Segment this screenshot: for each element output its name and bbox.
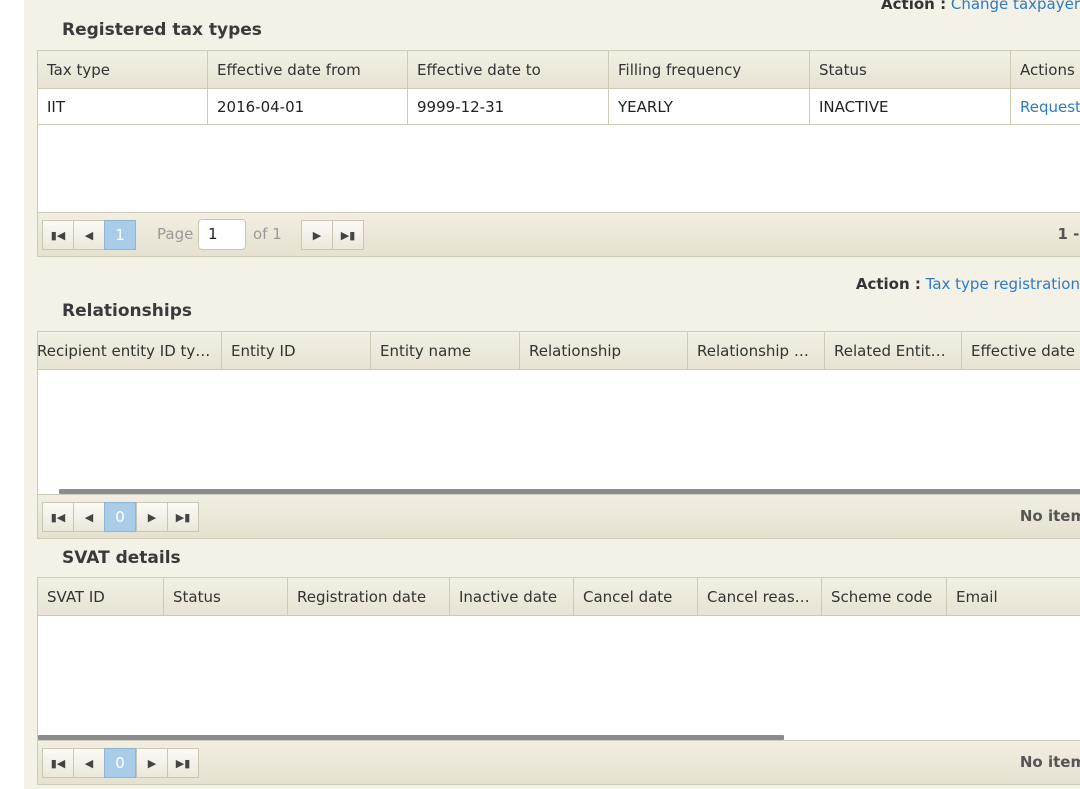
first-page-icon[interactable]: ▮◀ (42, 748, 74, 778)
column-header-registration-date[interactable]: Registration date (288, 578, 450, 615)
previous-page-icon[interactable]: ◀ (73, 502, 105, 532)
request-link[interactable]: Request (1020, 98, 1080, 116)
column-header-inactive-date[interactable]: Inactive date (450, 578, 574, 615)
column-header-effective-date-from[interactable]: Effective date from (962, 332, 1080, 369)
current-page-button[interactable]: 0 (104, 748, 136, 778)
column-header-actions[interactable]: Actions (1011, 51, 1080, 88)
grid-header: SVAT ID Status Registration date Inactiv… (38, 578, 1080, 616)
top-action-bar: Action : Change taxpayer (881, 0, 1080, 13)
column-header-status[interactable]: Status (810, 51, 1011, 88)
current-page-button[interactable]: 1 (104, 220, 136, 250)
previous-page-icon[interactable]: ◀ (73, 220, 105, 250)
next-page-icon[interactable]: ▶ (136, 502, 168, 532)
tax-type-action-bar: Action : Tax type registration (856, 275, 1080, 293)
cell-filling-frequency: YEARLY (609, 89, 810, 124)
cell-status: INACTIVE (810, 89, 1011, 124)
pager-info: No items (1019, 507, 1080, 525)
column-header-related-entity-id[interactable]: Related EntityId (825, 332, 962, 369)
page-of-label: of 1 (253, 225, 282, 243)
registered-tax-types-grid: Tax type Effective date from Effective d… (37, 50, 1080, 257)
svat-details-grid: SVAT ID Status Registration date Inactiv… (37, 577, 1080, 785)
column-header-recipient-entity-id-type[interactable]: Recipient entity ID type (38, 332, 222, 369)
action-label: Action : (881, 0, 947, 13)
column-header-effective-from[interactable]: Effective date from (208, 51, 408, 88)
column-header-relationship-type[interactable]: Relationship Ty… (688, 332, 825, 369)
column-header-relationship[interactable]: Relationship (520, 332, 688, 369)
cell-tax-type: IIT (38, 89, 208, 124)
pager: ▮◀ ◀ 1 Page 1 of 1 ▶ ▶▮ 1 - 1 (38, 212, 1080, 256)
next-page-icon[interactable]: ▶ (301, 220, 333, 250)
registered-tax-types-title: Registered tax types (62, 20, 262, 40)
column-header-effective-to[interactable]: Effective date to (408, 51, 609, 88)
column-header-entity-name[interactable]: Entity name (371, 332, 520, 369)
column-header-status[interactable]: Status (164, 578, 288, 615)
column-header-svat-id[interactable]: SVAT ID (38, 578, 164, 615)
pager-info: 1 - 1 (1057, 225, 1080, 243)
page-label: Page (157, 225, 194, 243)
pager-info: No items (1019, 753, 1080, 771)
column-header-cancel-date[interactable]: Cancel date (574, 578, 698, 615)
relationships-grid: Recipient entity ID type Entity ID Entit… (37, 331, 1080, 539)
column-header-email[interactable]: Email (947, 578, 1080, 615)
cell-effective-to: 9999-12-31 (408, 89, 609, 124)
pager: ▮◀ ◀ 0 ▶ ▶▮ No items (38, 494, 1080, 538)
column-header-scheme-code[interactable]: Scheme code (822, 578, 947, 615)
cell-actions: Request (1011, 89, 1080, 124)
column-header-filling-frequency[interactable]: Filling frequency (609, 51, 810, 88)
grid-header: Tax type Effective date from Effective d… (38, 51, 1080, 89)
pager: ▮◀ ◀ 0 ▶ ▶▮ No items (38, 740, 1080, 784)
table-row[interactable]: IIT 2016-04-01 9999-12-31 YEARLY INACTIV… (38, 89, 1080, 125)
relationships-title: Relationships (62, 301, 192, 321)
previous-page-icon[interactable]: ◀ (73, 748, 105, 778)
first-page-icon[interactable]: ▮◀ (42, 220, 74, 250)
tax-type-registration-link[interactable]: Tax type registration (926, 275, 1080, 293)
grid-header: Recipient entity ID type Entity ID Entit… (38, 332, 1080, 370)
column-header-entity-id[interactable]: Entity ID (222, 332, 371, 369)
page-number-input[interactable]: 1 (198, 219, 246, 250)
last-page-icon[interactable]: ▶▮ (167, 502, 199, 532)
svat-details-title: SVAT details (62, 548, 181, 568)
column-header-cancel-reason[interactable]: Cancel reason (698, 578, 822, 615)
next-page-icon[interactable]: ▶ (136, 748, 168, 778)
last-page-icon[interactable]: ▶▮ (167, 748, 199, 778)
column-header-tax-type[interactable]: Tax type (38, 51, 208, 88)
first-page-icon[interactable]: ▮◀ (42, 502, 74, 532)
last-page-icon[interactable]: ▶▮ (332, 220, 364, 250)
cell-effective-from: 2016-04-01 (208, 89, 408, 124)
taxpayer-details-page: Action : Change taxpayer Registered tax … (24, 0, 1080, 789)
action-label: Action : (855, 275, 921, 293)
change-taxpayer-link[interactable]: Change taxpayer (951, 0, 1080, 13)
current-page-button[interactable]: 0 (104, 502, 136, 532)
